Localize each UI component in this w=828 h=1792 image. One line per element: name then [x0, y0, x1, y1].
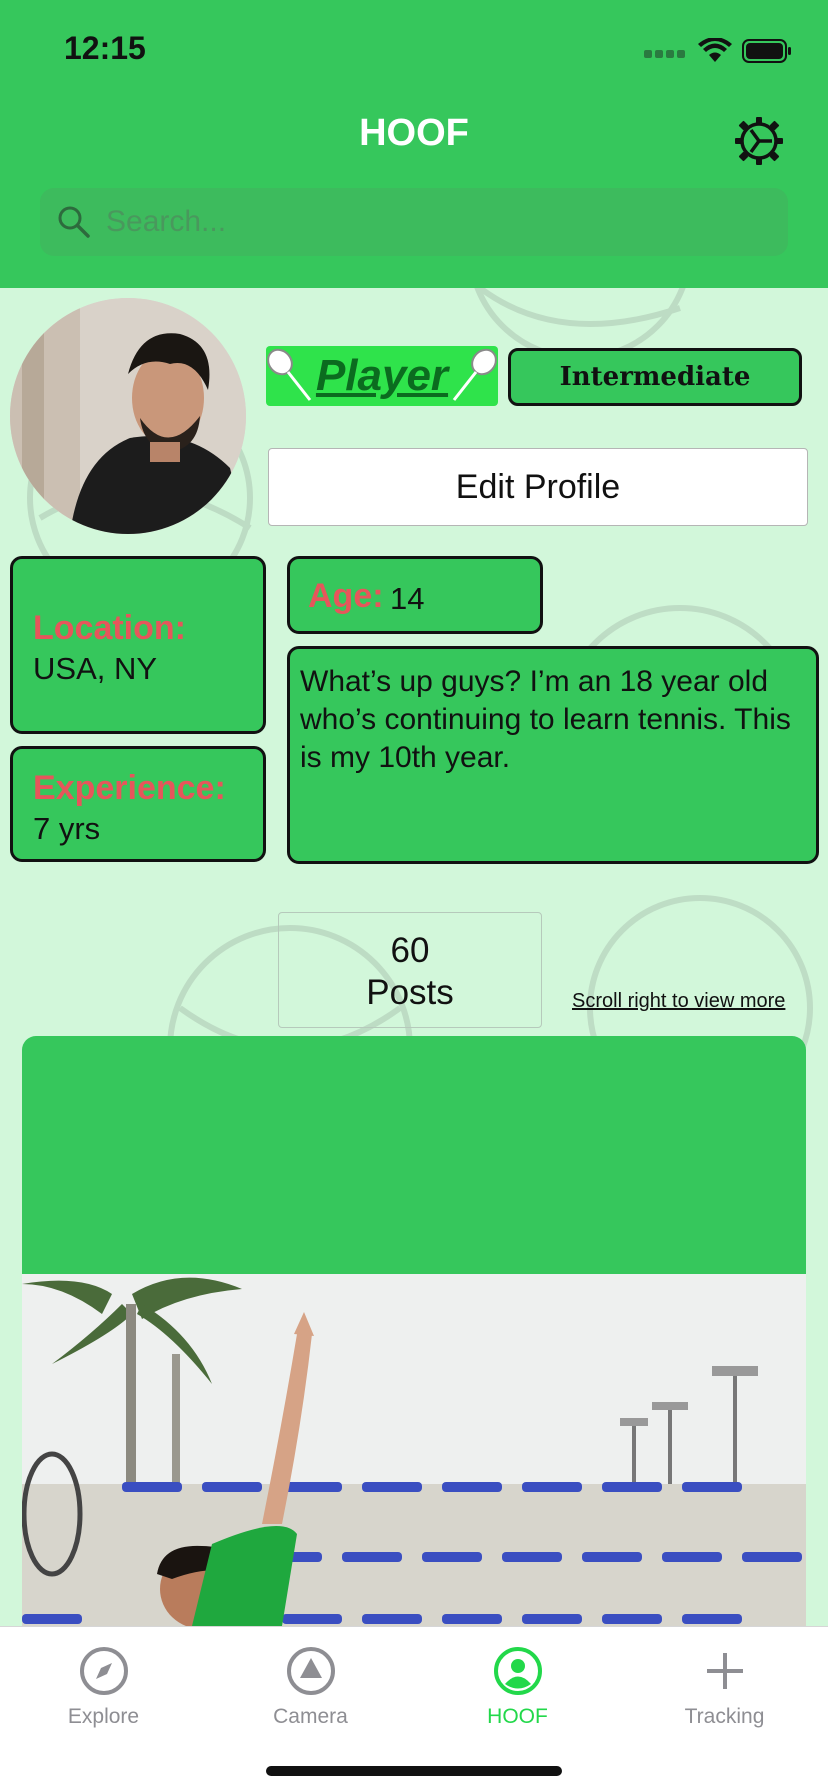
signal-icon: [644, 50, 685, 58]
bio-card: What’s up guys? I’m an 18 year old who’s…: [287, 646, 819, 864]
scroll-hint-link[interactable]: Scroll right to view more: [572, 990, 785, 1013]
wifi-icon: [698, 38, 732, 62]
experience-value: 7 yrs: [33, 811, 101, 846]
status-icons: [644, 36, 792, 66]
tab-tracking[interactable]: Tracking: [621, 1637, 828, 1747]
app-header: 12:15 HOOF: [0, 0, 828, 288]
age-label: Age:: [308, 577, 384, 615]
posts-label: Posts: [366, 973, 454, 1012]
avatar[interactable]: [10, 298, 246, 534]
tab-camera-label: Camera: [273, 1705, 348, 1728]
post-image: [22, 1274, 806, 1626]
search-input[interactable]: [98, 188, 794, 256]
tab-hoof-label: HOOF: [487, 1705, 548, 1728]
compass-icon: [79, 1647, 128, 1695]
gear-icon[interactable]: [734, 116, 784, 166]
post-card[interactable]: [22, 1036, 806, 1626]
experience-card: Experience: 7 yrs: [10, 746, 266, 862]
tab-explore-label: Explore: [67, 1705, 140, 1728]
home-indicator: [266, 1766, 562, 1776]
edit-profile-button[interactable]: Edit Profile: [268, 448, 808, 526]
bio-text: What’s up guys? I’m an 18 year old who’s…: [300, 665, 791, 774]
profile-screen: 12:15 HOOF Search... Player Intermediate…: [0, 0, 828, 1792]
racket-icon: [452, 348, 497, 401]
tab-explore[interactable]: Explore: [0, 1637, 207, 1747]
tab-camera[interactable]: Camera: [207, 1637, 414, 1747]
skill-level-badge: Intermediate: [508, 348, 802, 406]
camera-triangle-icon: [286, 1647, 335, 1695]
age-value: 14: [390, 581, 425, 616]
player-role-badge: Player: [266, 346, 498, 406]
posts-count: 60: [390, 931, 430, 970]
age-card: Age: 14: [287, 556, 543, 634]
location-card: Location: USA, NY: [10, 556, 266, 734]
search-icon: [58, 206, 90, 238]
avatar-photo: [10, 298, 246, 534]
posts-count-box[interactable]: 60 Posts: [278, 912, 542, 1028]
plus-icon: [706, 1653, 743, 1689]
profile-icon: [493, 1647, 542, 1695]
battery-icon: [742, 39, 791, 63]
experience-label: Experience:: [33, 769, 226, 807]
page-title: HOOF: [359, 112, 469, 154]
search-bar[interactable]: [40, 188, 794, 256]
status-time: 12:15: [64, 30, 146, 66]
tab-tracking-label: Tracking: [684, 1705, 765, 1728]
location-label: Location:: [33, 609, 186, 647]
location-value: USA, NY: [33, 651, 158, 686]
tab-hoof[interactable]: HOOF: [414, 1637, 621, 1747]
